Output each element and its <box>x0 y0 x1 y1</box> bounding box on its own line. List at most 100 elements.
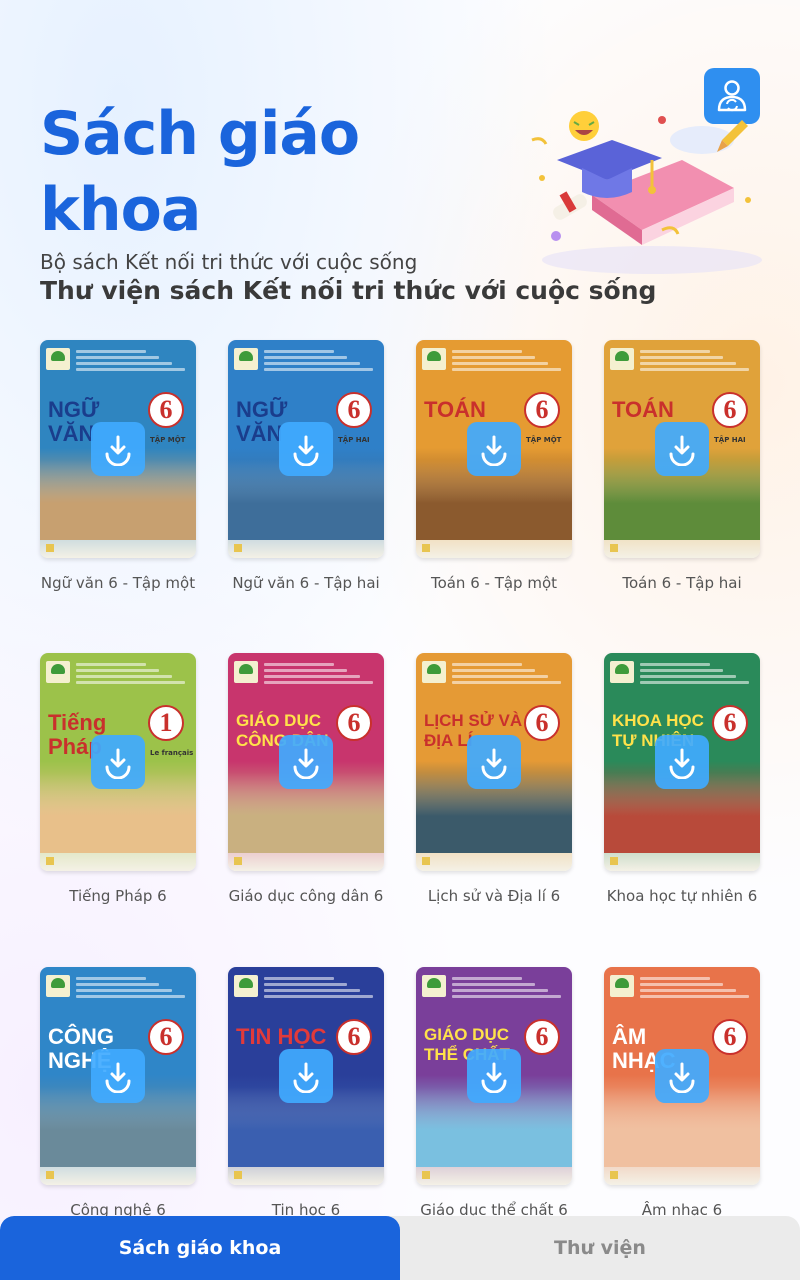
book-cover[interactable]: GIÁO DỤC CÔNG DÂN6 <box>228 653 384 871</box>
book-card[interactable]: KHOA HỌC TỰ NHIÊN 6 Khoa học tự nhiên 6 <box>604 653 760 905</box>
cover-volume: TẬP HAI <box>338 436 370 444</box>
author-lines <box>640 350 750 374</box>
author-lines <box>640 663 750 687</box>
cover-volume: Le français <box>150 749 194 757</box>
book-card[interactable]: GIÁO DỤC CÔNG DÂN6 Giáo dục công dân 6 <box>228 653 384 905</box>
book-cover[interactable]: TIN HỌC 6 <box>228 967 384 1185</box>
book-card[interactable]: Tiếng Pháp 1 Le français Tiếng Pháp 6 <box>40 653 196 905</box>
publisher-logo <box>46 975 70 997</box>
publisher-logo <box>610 661 634 683</box>
grade-badge: 6 <box>712 392 748 428</box>
download-button[interactable] <box>467 422 521 476</box>
book-cover[interactable]: NGỮ VĂN 6 TẬP HAI <box>228 340 384 558</box>
graduation-book-illustration <box>531 111 762 274</box>
book-cover[interactable]: ÂM NHẠC 6 <box>604 967 760 1185</box>
publisher-logo <box>234 975 258 997</box>
author-lines <box>452 663 562 687</box>
book-cover[interactable]: GIÁO DỤC THỂ CHẤT6 <box>416 967 572 1185</box>
cover-title: TOÁN <box>424 397 486 422</box>
book-title: Tiếng Pháp 6 <box>69 887 167 905</box>
book-title: Ngữ văn 6 - Tập hai <box>232 574 380 592</box>
download-button[interactable] <box>467 1049 521 1103</box>
header: Sách giáo khoa Bộ sách Kết nối tri thức … <box>40 96 520 274</box>
book-card[interactable]: NGỮ VĂN 6 TẬP HAI Ngữ văn 6 - Tập hai <box>228 340 384 592</box>
book-title: Khoa học tự nhiên 6 <box>606 887 758 905</box>
author-lines <box>264 350 374 374</box>
download-button[interactable] <box>655 1049 709 1103</box>
book-card[interactable]: TIN HỌC 6 Tin học 6 <box>228 967 384 1219</box>
download-icon <box>669 748 695 779</box>
book-title: Ngữ văn 6 - Tập một <box>40 574 196 592</box>
book-card[interactable]: TOÁN 6 TẬP HAI Toán 6 - Tập hai <box>604 340 760 592</box>
download-button[interactable] <box>655 735 709 789</box>
author-lines <box>452 350 562 374</box>
publisher-mark <box>610 544 621 552</box>
download-button[interactable] <box>279 422 333 476</box>
book-card[interactable]: GIÁO DỤC THỂ CHẤT6Giáo dục thể chất 6 <box>416 967 572 1219</box>
book-title: Lịch sử và Địa lí 6 <box>427 887 561 905</box>
hero-illustration <box>512 100 768 280</box>
page-title: Sách giáo khoa <box>40 99 360 245</box>
book-cover[interactable]: NGỮ VĂN 6 TẬP MỘT <box>40 340 196 558</box>
publisher-logo <box>234 348 258 370</box>
grade-badge: 6 <box>336 1019 372 1055</box>
download-icon <box>481 435 507 466</box>
book-cover[interactable]: TOÁN 6 TẬP MỘT <box>416 340 572 558</box>
publisher-mark <box>234 544 245 552</box>
publisher-logo <box>234 661 258 683</box>
download-icon <box>105 435 131 466</box>
book-cover[interactable]: TOÁN 6 TẬP HAI <box>604 340 760 558</box>
grade-badge: 6 <box>148 392 184 428</box>
publisher-mark <box>46 544 57 552</box>
book-cover[interactable]: CÔNG NGHỆ 6 <box>40 967 196 1185</box>
download-button[interactable] <box>91 422 145 476</box>
publisher-mark <box>422 1171 433 1179</box>
download-icon <box>105 748 131 779</box>
download-button[interactable] <box>91 1049 145 1103</box>
publisher-mark <box>422 544 433 552</box>
author-lines <box>76 350 186 374</box>
publisher-mark <box>234 857 245 865</box>
tab-textbooks[interactable]: Sách giáo khoa <box>0 1216 400 1280</box>
download-icon <box>293 435 319 466</box>
download-button[interactable] <box>91 735 145 789</box>
grade-badge: 6 <box>524 1019 560 1055</box>
cover-volume: TẬP HAI <box>714 436 746 444</box>
book-card[interactable]: ÂM NHẠC 6 Âm nhạc 6 <box>604 967 760 1219</box>
publisher-logo <box>422 348 446 370</box>
download-icon <box>669 435 695 466</box>
grade-badge: 6 <box>336 392 372 428</box>
author-lines <box>640 977 750 1001</box>
grade-badge: 6 <box>148 1019 184 1055</box>
grade-badge: 6 <box>524 705 560 741</box>
download-button[interactable] <box>279 1049 333 1103</box>
grade-badge: 6 <box>712 705 748 741</box>
cover-title: TIN HỌC <box>236 1024 327 1049</box>
book-title: Toán 6 - Tập hai <box>622 574 742 592</box>
publisher-logo <box>46 348 70 370</box>
download-button[interactable] <box>467 735 521 789</box>
book-card[interactable]: NGỮ VĂN 6 TẬP MỘT Ngữ văn 6 - Tập một <box>40 340 196 592</box>
grade-badge: 6 <box>336 705 372 741</box>
book-cover[interactable]: Tiếng Pháp 1 Le français <box>40 653 196 871</box>
download-button[interactable] <box>279 735 333 789</box>
book-card[interactable]: LỊCH SỬ VÀ ĐỊA LÍ 6 Lịch sử và Địa lí 6 <box>416 653 572 905</box>
download-button[interactable] <box>655 422 709 476</box>
section-title: Thư viện sách Kết nối tri thức với cuộc … <box>40 276 657 305</box>
bottom-nav: Sách giáo khoa Thư viện <box>0 1216 800 1280</box>
grade-badge: 1 <box>148 705 184 741</box>
publisher-logo <box>422 975 446 997</box>
tab-library[interactable]: Thư viện <box>400 1216 800 1280</box>
book-cover[interactable]: KHOA HỌC TỰ NHIÊN 6 <box>604 653 760 871</box>
book-card[interactable]: TOÁN 6 TẬP MỘT Toán 6 - Tập một <box>416 340 572 592</box>
publisher-mark <box>234 1171 245 1179</box>
cover-title: TOÁN <box>612 397 674 422</box>
download-icon <box>481 748 507 779</box>
book-card[interactable]: CÔNG NGHỆ 6 Công nghệ 6 <box>40 967 196 1219</box>
publisher-mark <box>46 857 57 865</box>
book-cover[interactable]: LỊCH SỬ VÀ ĐỊA LÍ 6 <box>416 653 572 871</box>
author-lines <box>264 977 374 1001</box>
author-lines <box>264 663 374 687</box>
author-lines <box>76 663 186 687</box>
publisher-mark <box>610 857 621 865</box>
